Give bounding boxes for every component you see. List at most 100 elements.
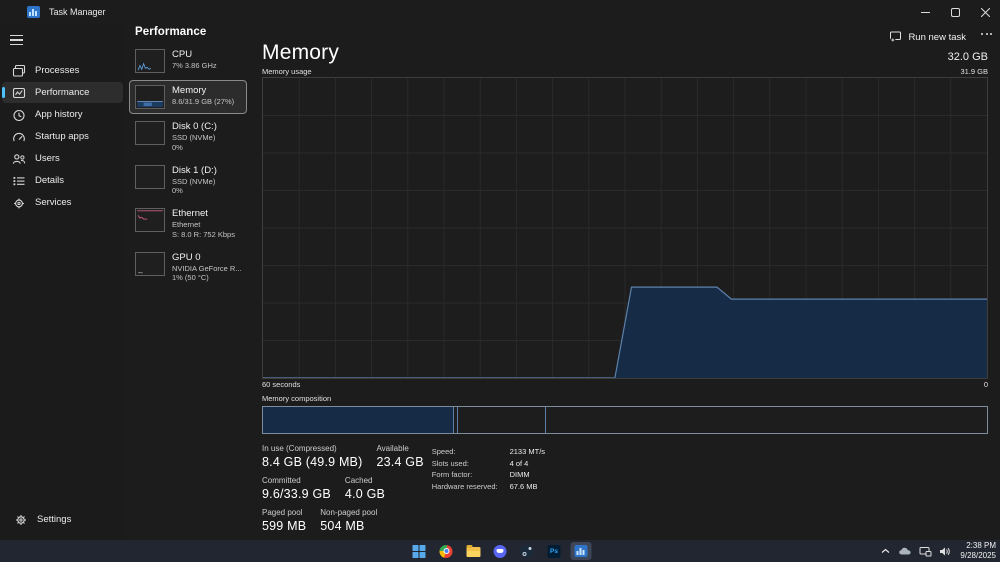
perf-item-sub: Ethernet [172, 220, 201, 229]
sidebar-item-performance[interactable]: Performance [2, 82, 123, 103]
sidebar-item-settings[interactable]: Settings [4, 509, 121, 530]
sidebar-item-label: Details [35, 175, 65, 186]
discord-taskbar-button[interactable] [490, 542, 511, 560]
services-gear-icon [12, 196, 26, 210]
sidebar-item-services[interactable]: Services [2, 192, 123, 213]
stat-slots-value: 4 of 4 [509, 458, 529, 468]
run-new-task-button[interactable]: Run new task [883, 29, 972, 46]
memory-panel: Memory 32.0 GB Memory usage 31.9 GB 60 s… [248, 39, 1000, 540]
sidebar-item-label: Services [35, 197, 72, 208]
sidebar-item-app-history[interactable]: App history [2, 104, 123, 125]
more-options-icon[interactable] [981, 33, 992, 35]
start-button[interactable] [409, 542, 430, 560]
steam-taskbar-button[interactable] [517, 542, 538, 560]
maximize-button[interactable] [940, 0, 970, 24]
memory-usage-label: Memory usage [262, 67, 312, 76]
sidebar-item-processes[interactable]: Processes [2, 60, 123, 81]
perf-item-sub2: 0% [172, 142, 183, 152]
chrome-icon [439, 544, 453, 558]
file-explorer-icon [466, 545, 480, 557]
hamburger-menu-icon[interactable] [10, 31, 32, 49]
graph-max-label: 31.9 GB [960, 67, 988, 76]
memory-usage-graph [262, 77, 988, 379]
cast-screen-icon[interactable] [919, 546, 932, 557]
taskbar-clock[interactable]: 2:38 PM 9/28/2025 [958, 541, 996, 562]
composition-divider-in_use [452, 407, 454, 433]
perf-item-sub: SSD (NVMe) [172, 133, 216, 142]
perf-item-title: Disk 0 (C:) [172, 121, 217, 132]
stat-available: Available 23.4 GB [376, 444, 424, 469]
stat-non-paged-pool: Non-paged pool 504 MB [320, 508, 378, 533]
perf-item-memory[interactable]: Memory 8.6/31.9 GB (27%) [129, 80, 247, 114]
close-button[interactable] [970, 0, 1000, 24]
perf-item-title: Ethernet [172, 208, 208, 219]
taskbar: Ps 2:38 PM 9/28/2025 [0, 540, 1000, 562]
perf-item-title: Memory [172, 85, 207, 96]
memory-stats-left: In use (Compressed) 8.4 GB (49.9 MB) Ava… [262, 444, 424, 540]
memory-stats-right: Speed: 2133 MT/s Slots used: 4 of 4 Form… [432, 444, 545, 540]
perf-item-sub2: 0% [172, 186, 183, 196]
stat-form-factor-value: DIMM [509, 470, 530, 479]
sidebar-item-label: Performance [35, 87, 90, 98]
cpu-thumbnail-chart [135, 49, 165, 73]
task-manager-icon [574, 545, 588, 557]
photoshop-taskbar-button[interactable]: Ps [544, 542, 565, 560]
perf-item-sub: SSD (NVMe) [172, 176, 216, 186]
details-list-icon [12, 174, 26, 188]
file-explorer-taskbar-button[interactable] [463, 542, 484, 560]
perf-item-sub: 7% 3.86 GHz [172, 61, 217, 70]
window-controls [910, 0, 1000, 24]
perf-item-gpu0[interactable]: GPU 0 NVIDIA GeForce R... 1% (50 °C) [129, 247, 247, 289]
stat-committed: Committed 9.6/33.9 GB [262, 476, 331, 501]
page-title: Performance [135, 25, 207, 38]
memory-graph-svg [263, 78, 987, 378]
sidebar-item-label: App history [35, 109, 83, 120]
startup-gauge-icon [12, 130, 26, 144]
task-manager-app-icon [27, 6, 40, 18]
perf-item-sub: NVIDIA GeForce R... [172, 263, 242, 273]
memory-title: Memory [262, 41, 340, 64]
perf-item-title: CPU [172, 49, 193, 60]
history-clock-icon [12, 108, 26, 122]
disk1-thumbnail-chart [135, 164, 165, 189]
main-area: Performance Run new task CPU 7% 3.86 GHz… [125, 24, 1000, 540]
titlebar: Task Manager [0, 0, 1000, 24]
stat-paged-pool: Paged pool 599 MB [262, 508, 307, 533]
sidebar-item-label: Settings [37, 514, 72, 525]
tray-chevron-up-icon[interactable] [880, 546, 891, 556]
sidebar-item-startup-apps[interactable]: Startup apps [2, 126, 123, 147]
discord-icon [493, 544, 507, 558]
minimize-button[interactable] [910, 0, 940, 24]
perf-item-title: Disk 1 (D:) [172, 164, 217, 176]
run-new-task-label: Run new task [908, 32, 966, 43]
sidebar-item-label: Startup apps [35, 131, 89, 142]
run-new-task-icon [889, 30, 902, 46]
sidebar-item-label: Users [35, 153, 60, 164]
stat-speed-label: Speed: [431, 447, 456, 456]
composition-divider-standby [544, 407, 546, 433]
onedrive-icon[interactable] [898, 546, 912, 556]
sidebar-item-users[interactable]: Users [2, 148, 123, 169]
perf-item-sub2: 1% (50 °C) [172, 273, 209, 283]
memory-total-capacity: 32.0 GB [947, 51, 988, 63]
perf-item-cpu[interactable]: CPU 7% 3.86 GHz [129, 44, 247, 78]
volume-icon[interactable] [939, 546, 951, 557]
memory-stats: In use (Compressed) 8.4 GB (49.9 MB) Ava… [262, 444, 988, 540]
steam-icon [520, 544, 534, 558]
system-tray: 2:38 PM 9/28/2025 [880, 540, 996, 562]
memory-composition-bar [262, 406, 988, 434]
sidebar-item-details[interactable]: Details [2, 170, 123, 191]
stat-slots-label: Slots used: [431, 458, 469, 468]
perf-item-disk0[interactable]: Disk 0 (C:) SSD (NVMe) 0% [129, 116, 247, 158]
stat-hw-reserved-label: Hardware reserved: [431, 481, 498, 491]
chrome-taskbar-button[interactable] [436, 542, 457, 560]
users-icon [12, 152, 26, 166]
task-manager-taskbar-button[interactable] [570, 542, 592, 560]
perf-item-disk1[interactable]: Disk 1 (D:) SSD (NVMe) 0% [129, 160, 247, 202]
memory-thumbnail-chart [135, 85, 165, 109]
windows-start-icon [412, 544, 426, 558]
x-axis-right-label: 0 [983, 380, 988, 389]
composition-divider-modified [457, 407, 459, 433]
stat-in-use: In use (Compressed) 8.4 GB (49.9 MB) [262, 444, 363, 469]
perf-item-ethernet[interactable]: Ethernet Ethernet S: 8.0 R: 752 Kbps [129, 203, 247, 245]
